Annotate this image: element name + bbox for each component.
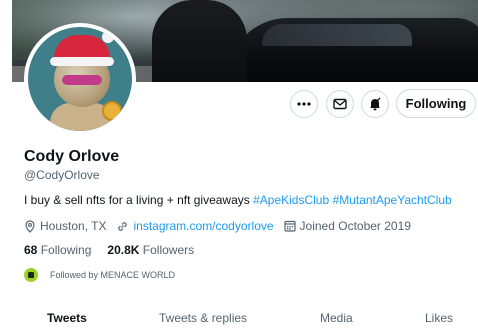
mail-icon [333, 98, 347, 110]
following-label: Following [40, 243, 92, 257]
location: Houston, TX [24, 219, 106, 233]
followers-stat[interactable]: 20.8K Followers [107, 243, 194, 257]
more-button[interactable] [290, 90, 318, 118]
followers-count: 20.8K [107, 243, 140, 257]
website-link[interactable]: instagram.com/codyorlove [133, 219, 273, 233]
tab-media[interactable]: Media [320, 311, 353, 325]
bio-text: I buy & sell nfts for a living + nft giv… [24, 193, 254, 207]
avatar[interactable] [24, 23, 136, 135]
following-stat[interactable]: 68 Following [24, 243, 91, 257]
hashtag-link[interactable]: #MutantApeYachtClub [333, 193, 452, 207]
notifications-button[interactable] [361, 90, 389, 118]
tab-likes[interactable]: Likes [425, 311, 453, 325]
followers-label: Followers [142, 243, 195, 257]
calendar-icon [283, 220, 296, 232]
hashtag-link[interactable]: #ApeKidsClub [253, 193, 329, 207]
location-pin-icon [25, 219, 35, 233]
profile-bio: I buy & sell nfts for a living + nft giv… [24, 193, 452, 207]
website: instagram.com/codyorlove [116, 219, 274, 233]
following-count: 68 [24, 243, 38, 257]
follow-stats: 68 Following 20.8K Followers [24, 243, 210, 257]
join-date-text: Joined October 2019 [299, 219, 411, 233]
profile-tabs: Tweets Tweets & replies Media Likes [0, 302, 478, 329]
display-name: Cody Orlove [24, 148, 120, 165]
more-icon [297, 102, 311, 106]
location-text: Houston, TX [40, 219, 107, 233]
tab-tweets-replies[interactable]: Tweets & replies [159, 311, 247, 325]
followed-by-text: Followed by MENACE WORLD [50, 270, 176, 280]
message-button[interactable] [326, 90, 354, 118]
link-icon [118, 221, 128, 231]
tab-tweets[interactable]: Tweets [47, 311, 87, 325]
profile-meta: Houston, TX instagram.com/codyorlove Joi… [24, 219, 421, 233]
join-date: Joined October 2019 [283, 219, 411, 233]
followed-by[interactable]: Followed by MENACE WORLD [24, 268, 175, 282]
username-handle: @CodyOrlove [24, 168, 100, 182]
follower-avatar [24, 268, 38, 282]
banner-person-shape [152, 0, 247, 82]
bell-icon [370, 97, 381, 111]
following-button[interactable]: Following [396, 89, 476, 118]
